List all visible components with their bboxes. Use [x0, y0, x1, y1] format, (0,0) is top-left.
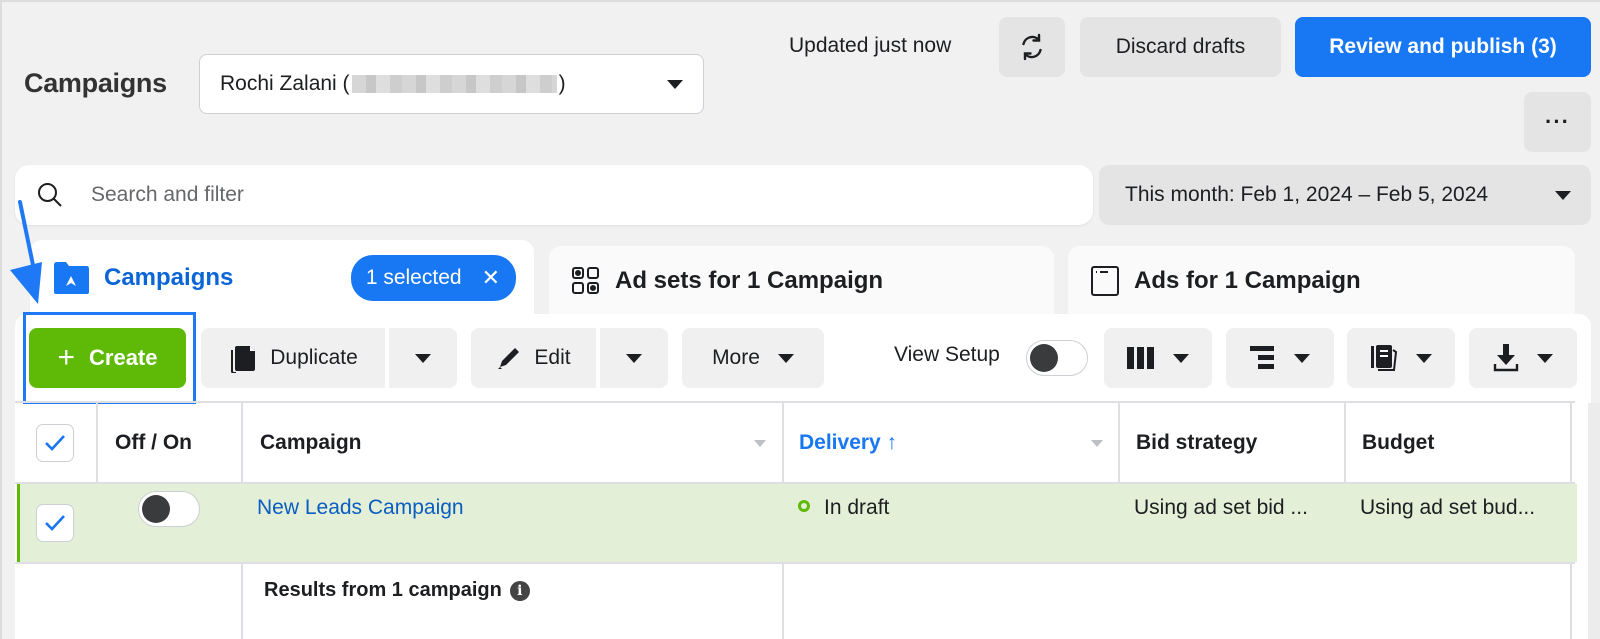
more-options-button[interactable]: ···: [1524, 92, 1591, 152]
selected-count: 1 selected: [365, 266, 462, 289]
chevron-down-icon: [777, 353, 794, 363]
ad-sets-grid-icon: [571, 266, 601, 296]
row-checkbox[interactable]: [36, 504, 74, 542]
chevron-down-icon: [1416, 353, 1432, 363]
account-name-suffix: ): [558, 72, 566, 95]
reports-icon: [1371, 345, 1398, 371]
results-summary: Results from 1 campaign i: [264, 579, 530, 602]
ellipsis-icon: ···: [1545, 109, 1570, 134]
search-bar: [15, 165, 1093, 225]
duplicate-label: Duplicate: [270, 346, 358, 369]
more-button[interactable]: More: [682, 328, 824, 388]
edit-label: Edit: [534, 346, 571, 369]
ad-account-selector[interactable]: Rochi Zalani ( ): [199, 54, 704, 114]
bid-strategy-cell: Using ad set bid ...: [1134, 496, 1308, 519]
chevron-down-icon: [1537, 353, 1553, 363]
results-summary-text: Results from 1 campaign: [264, 579, 502, 601]
toggle-knob: [1030, 344, 1058, 372]
search-input[interactable]: [91, 183, 991, 207]
tab-ads[interactable]: Ads for 1 Campaign: [1068, 246, 1575, 316]
table-top-border: [15, 401, 1575, 403]
more-label: More: [712, 346, 760, 369]
view-setup-toggle[interactable]: [1026, 340, 1088, 376]
breakdown-icon: [1250, 346, 1274, 369]
campaign-name-link[interactable]: New Leads Campaign: [257, 496, 464, 520]
column-header-budget[interactable]: Budget: [1362, 431, 1434, 455]
column-menu-caret-icon[interactable]: [1091, 440, 1103, 447]
refresh-button[interactable]: [999, 17, 1065, 77]
columns-button[interactable]: [1104, 328, 1212, 388]
tab-label: Ads for 1 Campaign: [1134, 267, 1361, 294]
edit-options-dropdown[interactable]: [600, 328, 668, 388]
review-and-publish-button[interactable]: Review and publish (3): [1295, 17, 1591, 77]
chevron-down-icon: [415, 353, 431, 363]
tab-campaigns[interactable]: Campaigns 1 selected ✕: [30, 240, 534, 316]
draft-status-icon: [798, 500, 810, 512]
breakdown-button[interactable]: [1226, 328, 1334, 388]
duplicate-icon: [231, 346, 256, 373]
discard-drafts-button[interactable]: Discard drafts: [1080, 17, 1281, 77]
redacted-account-id: [351, 75, 557, 93]
date-range-picker[interactable]: This month: Feb 1, 2024 – Feb 5, 2024: [1099, 165, 1591, 225]
last-updated-status: Updated just now: [789, 34, 952, 57]
delivery-status-text: In draft: [824, 496, 890, 519]
date-range-label: This month: Feb 1, 2024 – Feb 5, 2024: [1125, 183, 1489, 206]
annotation-arrow: [10, 200, 42, 304]
column-header-delivery[interactable]: Delivery ↑: [799, 431, 897, 455]
edit-button[interactable]: Edit: [471, 328, 596, 388]
select-all-checkbox[interactable]: [36, 424, 74, 462]
chevron-down-icon: [1555, 190, 1571, 200]
reports-button[interactable]: [1347, 328, 1455, 388]
table-row-selected-bg: [17, 484, 1577, 562]
row-bottom-border: [15, 562, 1575, 564]
account-name-prefix: Rochi Zalani (: [220, 72, 350, 95]
selection-badge[interactable]: 1 selected ✕: [350, 255, 516, 301]
duplicate-button[interactable]: Duplicate: [201, 328, 385, 388]
ad-page-icon: [1090, 265, 1120, 297]
duplicate-options-dropdown[interactable]: [389, 328, 457, 388]
column-menu-caret-icon[interactable]: [754, 440, 766, 447]
annotation-highlight-box: [23, 312, 196, 404]
view-setup-label: View Setup: [894, 343, 1000, 366]
column-header-campaign[interactable]: Campaign: [260, 431, 362, 455]
chevron-down-icon: [1294, 353, 1310, 363]
pencil-icon: [498, 348, 520, 369]
tab-ad-sets[interactable]: Ad sets for 1 Campaign: [549, 246, 1054, 316]
chevron-down-icon: [1173, 353, 1189, 363]
column-header-bid-strategy[interactable]: Bid strategy: [1136, 431, 1257, 455]
export-button[interactable]: [1469, 328, 1577, 388]
chevron-down-icon: [667, 79, 683, 89]
tab-label: Ad sets for 1 Campaign: [615, 267, 884, 294]
column-header-off-on[interactable]: Off / On: [115, 431, 192, 455]
checkmark-icon: [45, 435, 65, 451]
info-icon[interactable]: i: [509, 580, 530, 601]
toggle-knob: [142, 495, 170, 523]
clear-selection-icon[interactable]: ✕: [482, 265, 500, 291]
page-title: Campaigns: [24, 68, 167, 98]
horizontal-scroll-track[interactable]: [1588, 403, 1600, 639]
tab-label: Campaigns: [104, 264, 234, 291]
delivery-status: In draft: [798, 496, 889, 520]
budget-cell: Using ad set bud...: [1360, 496, 1536, 519]
campaign-on-off-toggle[interactable]: [138, 491, 200, 527]
refresh-icon: [1022, 33, 1042, 61]
checkmark-icon: [45, 515, 65, 531]
columns-icon: [1127, 347, 1154, 369]
download-icon: [1493, 344, 1519, 372]
chevron-down-icon: [626, 353, 642, 363]
